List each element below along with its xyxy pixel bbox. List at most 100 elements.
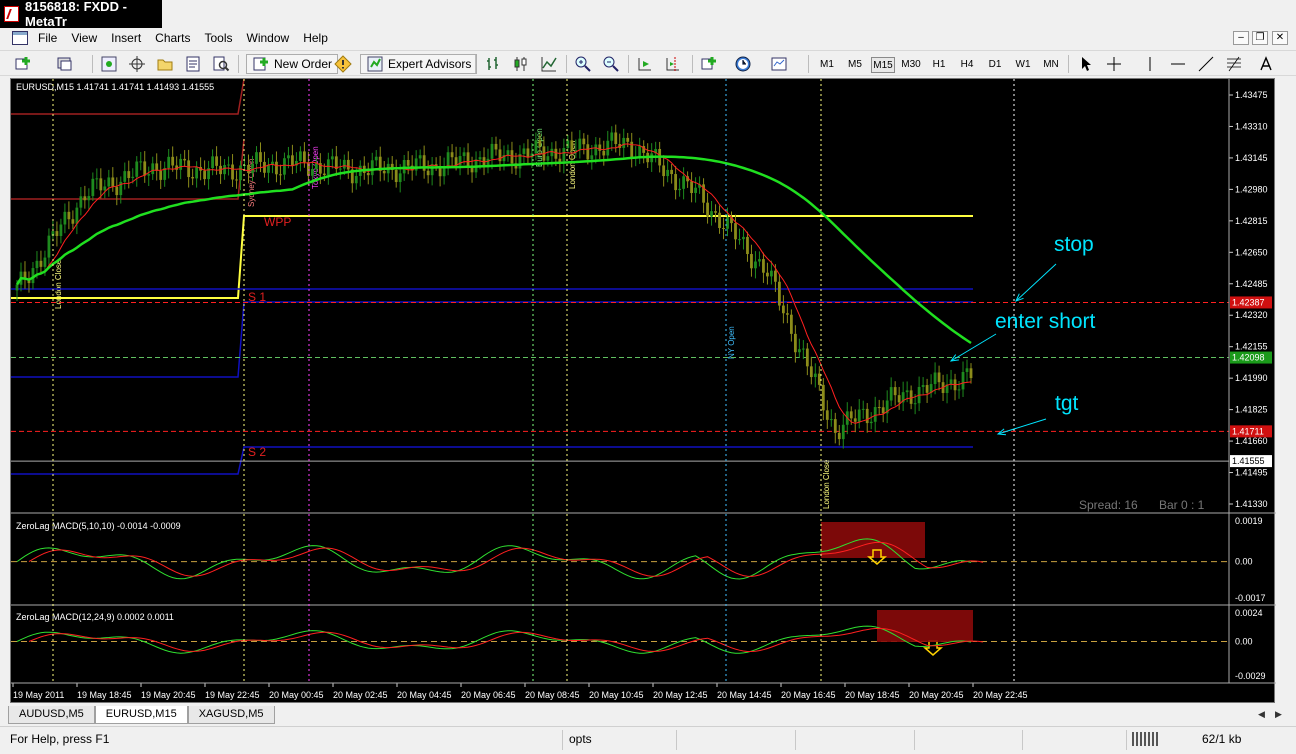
status-divider bbox=[562, 730, 563, 750]
fibonacci-tool-button[interactable] bbox=[1224, 54, 1244, 74]
menu-help[interactable]: Help bbox=[299, 31, 338, 45]
candle-body bbox=[123, 171, 127, 182]
menu-file[interactable]: File bbox=[34, 31, 67, 45]
candle-body bbox=[191, 177, 195, 179]
price-tag-label: 1.41555 bbox=[1232, 456, 1265, 466]
zoom-out-button[interactable] bbox=[602, 54, 620, 74]
tab-xagusd-m5[interactable]: XAGUSD,M5 bbox=[187, 706, 275, 724]
timeframe-w1-button[interactable]: W1 bbox=[1011, 57, 1035, 73]
terminal-button[interactable] bbox=[184, 54, 202, 74]
crosshair-tool-button[interactable] bbox=[1104, 54, 1124, 74]
candle-body bbox=[925, 385, 929, 393]
candle-body bbox=[726, 217, 729, 229]
navigator-button[interactable] bbox=[156, 54, 174, 74]
restore-icon[interactable]: ❐ bbox=[1252, 31, 1268, 45]
timeframe-h4-button[interactable]: H4 bbox=[955, 57, 979, 73]
candle-body bbox=[853, 418, 857, 422]
tab-audusd-m5[interactable]: AUDUSD,M5 bbox=[8, 706, 95, 724]
candle-body bbox=[279, 174, 282, 176]
line-chart-button[interactable] bbox=[540, 54, 558, 74]
profiles-button[interactable] bbox=[56, 54, 74, 74]
candle-body bbox=[849, 411, 853, 419]
time-axis: 19 May 2011 19 May 18:45 19 May 20:45 19 Ma… bbox=[12, 683, 1028, 700]
candle-body bbox=[738, 239, 741, 241]
menu-window[interactable]: Window bbox=[243, 31, 300, 45]
candle-body bbox=[255, 152, 258, 164]
chart-shift-button[interactable] bbox=[664, 54, 682, 74]
tab-scroll-left-icon[interactable]: ◀ bbox=[1258, 709, 1265, 720]
templates-button[interactable] bbox=[770, 54, 788, 74]
time-tick-label: 20 May 18:45 bbox=[845, 690, 900, 700]
candle-body bbox=[147, 174, 151, 176]
price-chart-svg[interactable]: 1.43475 1.43310 1.43145 1.42980 1.42815 1.426… bbox=[11, 79, 1276, 704]
market-watch-button[interactable] bbox=[100, 54, 118, 74]
candle-body bbox=[267, 164, 270, 173]
minimize-icon[interactable]: – bbox=[1233, 31, 1249, 45]
toolbar-separator bbox=[92, 55, 93, 73]
session-label: NY Open bbox=[727, 326, 736, 359]
zoom-in-button[interactable] bbox=[574, 54, 592, 74]
candle-body bbox=[406, 160, 410, 166]
tab-eurusd-m15[interactable]: EURUSD,M15 bbox=[94, 706, 188, 724]
autotrading-alert-button[interactable] bbox=[334, 54, 352, 74]
macd2-tick-label: -0.0029 bbox=[1235, 671, 1266, 681]
data-window-button[interactable] bbox=[128, 54, 146, 74]
candle-body bbox=[111, 177, 115, 187]
price-tick-label: 1.42815 bbox=[1235, 216, 1268, 226]
candle-body bbox=[933, 372, 937, 385]
candle-body bbox=[762, 259, 765, 273]
chart-window-icon[interactable] bbox=[12, 31, 28, 45]
menu-tools[interactable]: Tools bbox=[201, 31, 243, 45]
target-annotation: tgt bbox=[1055, 392, 1079, 415]
down-arrow-icon bbox=[923, 640, 943, 656]
timeframe-mn-button[interactable]: MN bbox=[1039, 57, 1063, 73]
vertical-line-tool-button[interactable] bbox=[1140, 54, 1160, 74]
toolbar-separator bbox=[628, 55, 629, 73]
timeframe-m5-button[interactable]: M5 bbox=[843, 57, 867, 73]
candlestick-chart-button[interactable] bbox=[512, 54, 530, 74]
timeframe-d1-button[interactable]: D1 bbox=[983, 57, 1007, 73]
candle-body bbox=[498, 149, 502, 162]
periods-button[interactable] bbox=[734, 54, 752, 74]
candle-body bbox=[937, 372, 941, 383]
timeframe-m30-button[interactable]: M30 bbox=[899, 57, 923, 73]
new-order-label: New Order bbox=[274, 57, 333, 71]
horizontal-line-tool-button[interactable] bbox=[1168, 54, 1188, 74]
timeframe-m1-button[interactable]: M1 bbox=[815, 57, 839, 73]
vertical-line-icon bbox=[1149, 57, 1151, 71]
bar-chart-button[interactable] bbox=[484, 54, 502, 74]
candle-body bbox=[235, 179, 238, 181]
indicators-button[interactable] bbox=[700, 54, 718, 74]
candle-body bbox=[55, 231, 59, 237]
candle-body bbox=[781, 305, 785, 314]
wpp-label: WPP bbox=[264, 215, 291, 229]
menu-insert[interactable]: Insert bbox=[107, 31, 151, 45]
text-label-tool-button[interactable] bbox=[1256, 54, 1276, 74]
candle-body bbox=[338, 168, 342, 170]
close-icon[interactable]: ✕ bbox=[1272, 31, 1288, 45]
timeframe-m15-button[interactable]: M15 bbox=[871, 57, 895, 73]
candle-body bbox=[430, 164, 434, 176]
expert-advisors-button[interactable]: Expert Advisors bbox=[360, 54, 478, 74]
warning-diamond-icon bbox=[334, 55, 352, 73]
strategy-tester-button[interactable] bbox=[212, 54, 230, 74]
menu-view[interactable]: View bbox=[67, 31, 107, 45]
new-order-icon bbox=[253, 57, 268, 71]
chart-window[interactable]: 1.43475 1.43310 1.43145 1.42980 1.42815 1.426… bbox=[10, 78, 1276, 704]
new-order-button[interactable]: New Order bbox=[246, 54, 339, 74]
time-tick-label: 20 May 20:45 bbox=[909, 690, 964, 700]
status-divider bbox=[914, 730, 915, 750]
cursor-tool-button[interactable] bbox=[1076, 54, 1096, 74]
trendline-tool-button[interactable] bbox=[1196, 54, 1216, 74]
candle-body bbox=[310, 169, 314, 176]
autoscroll-button[interactable] bbox=[636, 54, 654, 74]
candle-body bbox=[91, 178, 95, 197]
menu-charts[interactable]: Charts bbox=[151, 31, 200, 45]
folder-star-icon bbox=[157, 59, 173, 71]
window-title: 8156818: FXDD - MetaTr bbox=[25, 0, 127, 29]
tab-scroll-right-icon[interactable]: ▶ bbox=[1275, 709, 1282, 720]
timeframe-h1-button[interactable]: H1 bbox=[927, 57, 951, 73]
toolbar-separator bbox=[808, 55, 809, 73]
price-tick-label: 1.42650 bbox=[1235, 247, 1268, 257]
new-chart-button[interactable] bbox=[14, 54, 32, 74]
